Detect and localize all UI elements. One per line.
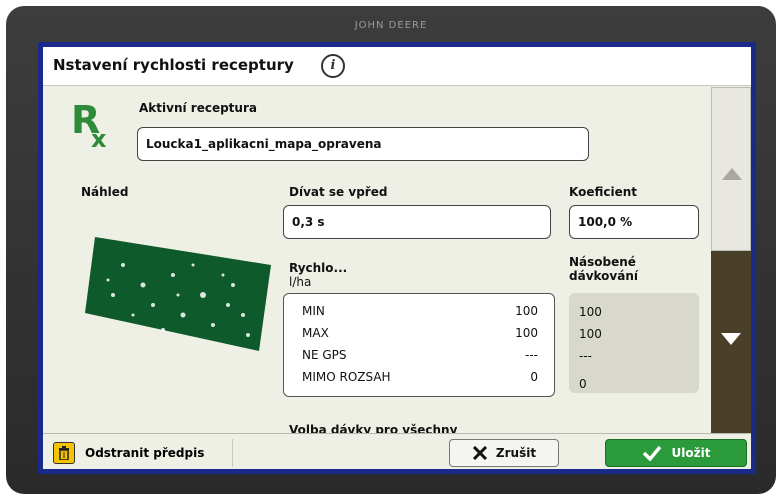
coefficient-field[interactable]: 100,0 %	[569, 205, 699, 239]
preview-label: Náhled	[81, 185, 129, 199]
lookahead-field[interactable]: 0,3 s	[283, 205, 551, 239]
screen: Nstavení rychlosti receptury i R x Aktiv…	[38, 42, 756, 474]
dialog-content: R x Aktivní receptura Loucka1_aplikacni_…	[43, 87, 711, 433]
triangle-down-icon	[721, 333, 741, 345]
multiplied-label-1: Násobené	[569, 255, 636, 269]
lookahead-label: Dívat se vpřed	[289, 185, 388, 199]
rates-label: Rychlo...	[289, 261, 348, 275]
multiplied-label-2: dávkování	[569, 269, 638, 283]
cancel-button[interactable]: Zrušit	[449, 439, 559, 467]
save-label: Uložit	[671, 446, 711, 460]
coefficient-label: Koeficient	[569, 185, 638, 199]
triangle-up-icon	[722, 168, 742, 180]
multiplied-value: 100	[579, 327, 602, 341]
multiplied-value: 0	[579, 377, 587, 391]
recipe-rate-dialog: Nstavení rychlosti receptury i R x Aktiv…	[43, 47, 751, 469]
delete-prescription-button[interactable]: Odstranit předpis	[53, 439, 233, 467]
cutoff-label: Volba dávky pro všechny	[289, 423, 458, 433]
brand-label: JOHN DEERE	[354, 20, 428, 31]
save-button[interactable]: Uložit	[605, 439, 747, 467]
dialog-footer: Odstranit předpis Zrušit Uložit	[43, 433, 751, 469]
multiplied-value: 100	[579, 305, 602, 319]
rx-icon: R x	[71, 98, 107, 149]
list-item: MAX 100	[302, 326, 538, 340]
cancel-label: Zrušit	[495, 446, 537, 460]
scroll-up-button[interactable]	[711, 87, 751, 251]
scrollbar	[711, 87, 751, 433]
map-preview-image	[85, 237, 271, 351]
active-recipe-label: Aktivní receptura	[139, 101, 257, 115]
multiplied-values-box: 100 100 --- 0	[569, 293, 699, 393]
info-icon[interactable]: i	[321, 54, 345, 78]
rates-list[interactable]: MIN 100 MAX 100 NE GPS --- MIMO ROZSAH 0	[283, 293, 555, 397]
delete-label: Odstranit předpis	[85, 446, 205, 460]
active-recipe-field[interactable]: Loucka1_aplikacni_mapa_opravena	[137, 127, 589, 161]
scroll-down-button[interactable]	[711, 251, 751, 433]
trash-icon	[53, 442, 75, 464]
dialog-title: Nstavení rychlosti receptury	[53, 56, 294, 74]
rates-unit: l/ha	[289, 275, 312, 289]
list-item: NE GPS ---	[302, 348, 538, 362]
list-item: MIMO ROZSAH 0	[302, 370, 538, 384]
close-icon	[472, 446, 487, 460]
dialog-header: Nstavení rychlosti receptury i	[43, 47, 751, 86]
list-item: MIN 100	[302, 304, 538, 318]
svg-text:x: x	[91, 125, 107, 149]
check-icon	[642, 445, 661, 461]
multiplied-value: ---	[579, 349, 592, 363]
